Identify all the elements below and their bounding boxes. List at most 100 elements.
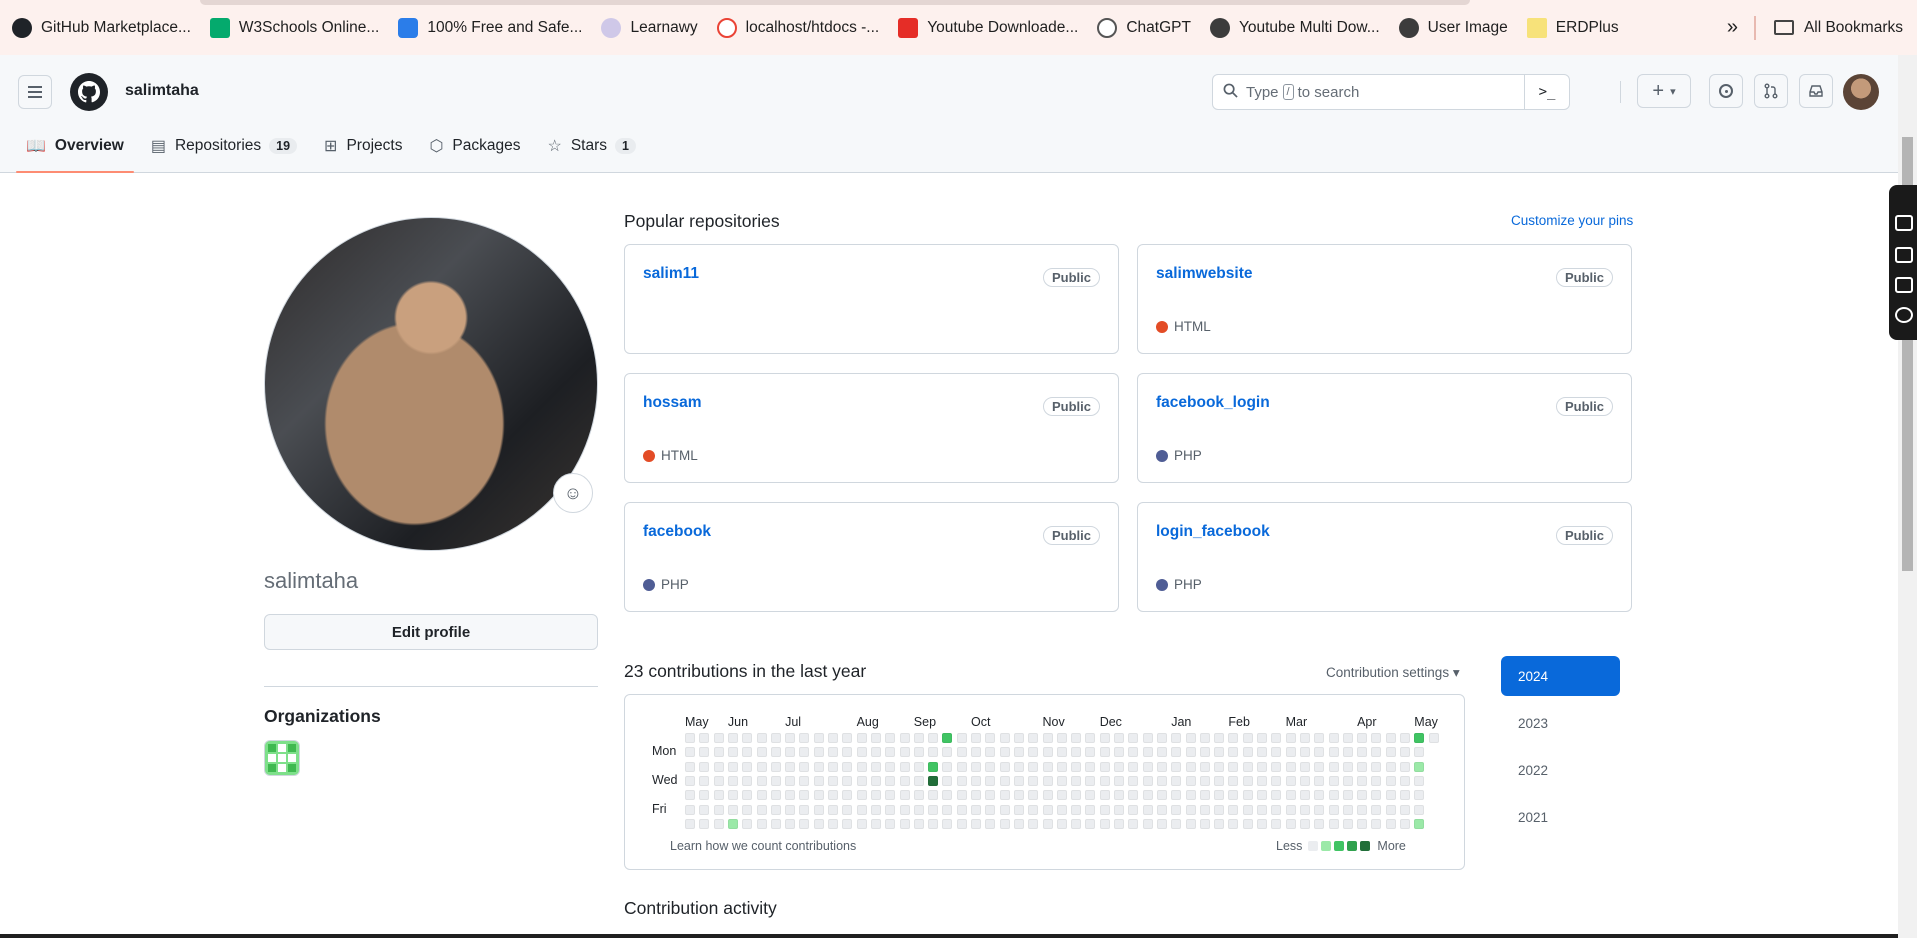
contribution-day-cell[interactable] (1071, 733, 1082, 743)
contribution-day-cell[interactable] (1071, 790, 1082, 801)
contribution-day-cell[interactable] (928, 733, 939, 743)
contribution-day-cell[interactable] (1056, 818, 1067, 829)
contribution-day-cell[interactable] (1071, 818, 1082, 829)
contribution-day-cell[interactable] (1099, 775, 1110, 786)
contribution-day-cell[interactable] (1314, 761, 1325, 772)
contribution-day-cell[interactable] (1056, 761, 1067, 772)
contribution-day-cell[interactable] (985, 747, 996, 758)
contribution-day-cell[interactable] (1328, 790, 1339, 801)
contribution-day-cell[interactable] (785, 804, 796, 815)
contribution-day-cell[interactable] (1357, 747, 1368, 758)
contribution-day-cell[interactable] (1385, 761, 1396, 772)
contribution-day-cell[interactable] (1199, 818, 1210, 829)
contribution-day-cell[interactable] (1285, 775, 1296, 786)
contribution-day-cell[interactable] (1371, 818, 1382, 829)
contribution-day-cell[interactable] (1371, 761, 1382, 772)
bookmark-item[interactable]: User Image (1398, 17, 1508, 38)
contribution-day-cell[interactable] (999, 761, 1010, 772)
contribution-day-cell[interactable] (1371, 804, 1382, 815)
contribution-day-cell[interactable] (799, 790, 810, 801)
contribution-day-cell[interactable] (856, 761, 867, 772)
pull-requests-button[interactable] (1754, 74, 1788, 108)
contribution-day-cell[interactable] (1028, 775, 1039, 786)
contribution-day-cell[interactable] (1385, 790, 1396, 801)
contribution-day-cell[interactable] (1257, 790, 1267, 801)
contribution-day-cell[interactable] (1271, 804, 1282, 815)
contribution-day-cell[interactable] (699, 804, 710, 815)
contribution-day-cell[interactable] (1099, 747, 1110, 758)
contribution-day-cell[interactable] (813, 790, 824, 801)
contribution-day-cell[interactable] (985, 804, 996, 815)
contribution-day-cell[interactable] (985, 733, 996, 743)
contribution-day-cell[interactable] (1299, 790, 1310, 801)
contribution-day-cell[interactable] (699, 818, 710, 829)
contribution-day-cell[interactable] (899, 747, 910, 758)
contribution-day-cell[interactable] (1085, 761, 1096, 772)
contribution-day-cell[interactable] (1400, 747, 1410, 758)
contribution-day-cell[interactable] (1228, 818, 1239, 829)
contribution-day-cell[interactable] (1342, 733, 1353, 743)
contribution-day-cell[interactable] (1056, 733, 1067, 743)
windows-icon[interactable] (1895, 277, 1913, 293)
user-avatar[interactable] (1843, 74, 1879, 110)
contribution-day-cell[interactable] (956, 790, 967, 801)
contribution-day-cell[interactable] (1042, 775, 1053, 786)
contribution-day-cell[interactable] (913, 733, 924, 743)
contribution-day-cell[interactable] (885, 790, 896, 801)
contribution-day-cell[interactable] (799, 804, 810, 815)
contribution-day-cell[interactable] (1214, 761, 1225, 772)
contribution-day-cell[interactable] (1385, 747, 1396, 758)
contribution-day-cell[interactable] (713, 747, 724, 758)
contribution-day-cell[interactable] (1156, 761, 1167, 772)
contribution-day-cell[interactable] (785, 818, 796, 829)
contribution-day-cell[interactable] (1071, 775, 1082, 786)
contribution-day-cell[interactable] (756, 818, 767, 829)
contribution-day-cell[interactable] (785, 733, 796, 743)
contribution-day-cell[interactable] (1185, 804, 1196, 815)
contribution-day-cell[interactable] (856, 790, 867, 801)
contribution-day-cell[interactable] (727, 804, 738, 815)
contribution-day-cell[interactable] (870, 747, 881, 758)
contribution-day-cell[interactable] (1114, 747, 1124, 758)
contribution-day-cell[interactable] (1185, 761, 1196, 772)
contribution-day-cell[interactable] (1299, 747, 1310, 758)
contribution-day-cell[interactable] (1271, 761, 1282, 772)
contribution-day-cell[interactable] (1013, 775, 1024, 786)
contribution-day-cell[interactable] (956, 747, 967, 758)
bookmark-item[interactable]: Learnawy (601, 17, 698, 38)
contribution-day-cell[interactable] (1056, 804, 1067, 815)
year-link[interactable]: 2021 (1501, 797, 1620, 837)
contribution-day-cell[interactable] (1142, 733, 1153, 743)
contribution-day-cell[interactable] (1171, 775, 1182, 786)
contribution-day-cell[interactable] (828, 747, 838, 758)
contribution-day-cell[interactable] (928, 804, 939, 815)
contribution-day-cell[interactable] (1285, 790, 1296, 801)
contribution-day-cell[interactable] (1156, 818, 1167, 829)
contribution-day-cell[interactable] (1013, 733, 1024, 743)
contribution-day-cell[interactable] (1314, 790, 1325, 801)
contribution-day-cell[interactable] (899, 804, 910, 815)
contribution-day-cell[interactable] (699, 790, 710, 801)
contribution-day-cell[interactable] (1114, 761, 1124, 772)
contribution-day-cell[interactable] (813, 818, 824, 829)
contribution-day-cell[interactable] (971, 818, 981, 829)
contribution-day-cell[interactable] (727, 761, 738, 772)
contribution-day-cell[interactable] (1185, 790, 1196, 801)
contribution-day-cell[interactable] (1414, 761, 1425, 772)
contribution-day-cell[interactable] (899, 790, 910, 801)
contribution-day-cell[interactable] (899, 761, 910, 772)
contribution-day-cell[interactable] (1342, 747, 1353, 758)
contribution-day-cell[interactable] (1414, 818, 1425, 829)
contribution-day-cell[interactable] (727, 775, 738, 786)
contribution-day-cell[interactable] (799, 775, 810, 786)
contribution-day-cell[interactable] (1400, 818, 1410, 829)
contribution-day-cell[interactable] (1285, 818, 1296, 829)
contribution-day-cell[interactable] (785, 775, 796, 786)
contribution-day-cell[interactable] (713, 733, 724, 743)
contribution-day-cell[interactable] (942, 761, 953, 772)
contribution-day-cell[interactable] (856, 818, 867, 829)
contribution-day-cell[interactable] (1414, 790, 1425, 801)
year-link[interactable]: 2024 (1501, 656, 1620, 696)
contribution-day-cell[interactable] (1028, 790, 1039, 801)
search-input[interactable]: Type / to search >_ (1212, 74, 1570, 110)
